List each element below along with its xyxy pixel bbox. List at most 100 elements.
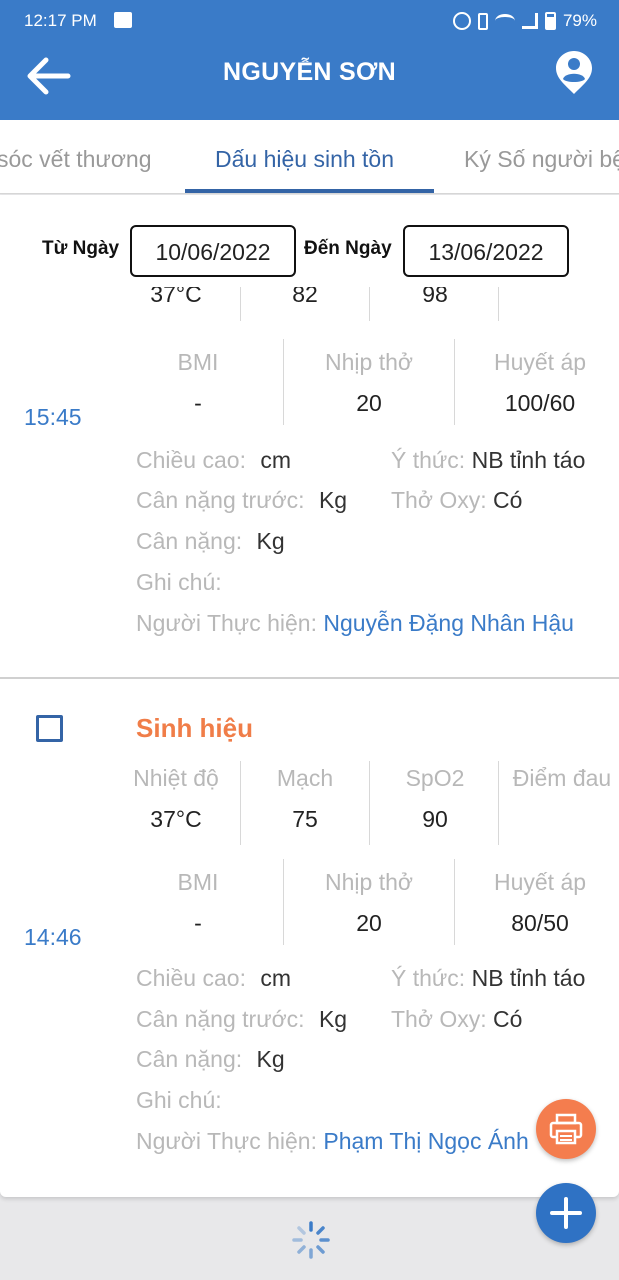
pulse-label: Mạch (276, 765, 334, 791)
oxygen-value: Có (492, 1006, 523, 1032)
wifi-icon (494, 14, 515, 28)
status-time: 12:17 PM (24, 11, 97, 30)
consciousness-row: Ý thức: NB tỉnh táo (391, 447, 585, 474)
pulse-cell: Mạch 75 (260, 765, 350, 833)
battery-level: 79% (562, 11, 597, 30)
date-filter: Từ Ngày 10/06/2022 Đến Ngày 13/06/2022 (0, 195, 619, 287)
blood-pressure-label: Huyết áp (493, 869, 587, 895)
weight-label: Cân nặng: (136, 1046, 243, 1072)
spo2-cell: SpO2 90 (390, 765, 480, 833)
column-divider (283, 339, 284, 425)
print-button[interactable] (536, 1099, 596, 1159)
column-divider (240, 761, 241, 845)
previous-weight-unit: Kg (318, 1006, 348, 1032)
print-icon (549, 1113, 583, 1145)
pain-score-label: Điểm đau (512, 765, 612, 791)
from-date-label: Từ Ngày (42, 238, 120, 259)
consciousness-value: NB tỉnh táo (471, 965, 586, 991)
previous-weight-row: Cân nặng trước: Kg (136, 487, 347, 514)
record-checkbox[interactable] (36, 715, 63, 742)
performer-label: Người Thực hiện: (136, 1128, 317, 1154)
image-notification-icon (114, 12, 132, 28)
pain-score-cell: Điểm đau (506, 765, 618, 792)
column-divider (369, 761, 370, 845)
previous-weight-unit: Kg (318, 487, 348, 513)
height-label: Chiều cao: (136, 447, 246, 473)
oxygen-row: Thở Oxy: Có (391, 1006, 522, 1033)
consciousness-row: Ý thức: NB tỉnh táo (391, 965, 585, 992)
tab-active-indicator (185, 189, 434, 193)
record-time: 14:46 (24, 924, 82, 950)
to-date-field[interactable]: 13/06/2022 (403, 225, 569, 277)
performer-name: Phạm Thị Ngọc Ánh (323, 1128, 529, 1154)
patient-name-title: NGUYỄN SƠN (223, 58, 396, 86)
temperature-label: Nhiệt độ (133, 765, 219, 791)
tab-vital-signs[interactable]: Dấu hiệu sinh tồn (215, 146, 394, 173)
note-label: Ghi chú: (136, 1087, 222, 1113)
bmi-label: BMI (177, 869, 219, 895)
record-title: Sinh hiệu (136, 713, 253, 743)
blood-pressure-label: Huyết áp (493, 349, 587, 375)
app-bar: NGUYỄN SƠN (0, 42, 619, 120)
from-date-field[interactable]: 10/06/2022 (130, 225, 296, 277)
status-bar: 12:17 PM 79% (0, 0, 619, 42)
column-divider (283, 859, 284, 945)
battery-icon (544, 12, 556, 30)
performer-label: Người Thực hiện: (136, 610, 317, 636)
respiratory-rate-cell: Nhịp thở 20 (300, 349, 438, 417)
previous-weight-label: Cân nặng trước: (136, 487, 305, 513)
column-divider (498, 761, 499, 845)
respiratory-rate-label: Nhịp thở (325, 869, 413, 895)
blood-pressure-value: 100/60 (504, 390, 576, 416)
oxygen-value: Có (492, 487, 523, 513)
height-unit: cm (260, 965, 292, 991)
record-time: 15:45 (24, 404, 82, 430)
plus-icon (550, 1197, 582, 1229)
tab-bar: sóc vết thương Dấu hiệu sinh tồn Ký Số n… (0, 120, 619, 194)
height-label: Chiều cao: (136, 965, 246, 991)
to-date-label: Đến Ngày (304, 238, 392, 259)
height-row: Chiều cao: cm (136, 447, 291, 474)
pulse-value: 75 (292, 806, 318, 832)
column-divider (454, 339, 455, 425)
temperature-value: 37°C (150, 806, 202, 832)
system-icons: 79% (452, 11, 597, 31)
oxygen-row: Thở Oxy: Có (391, 487, 522, 514)
column-divider (498, 285, 499, 321)
vital-record[interactable]: Sinh hiệu Nhiệt độ 37°C Mạch 75 SpO2 90 … (0, 677, 619, 1161)
user-button[interactable] (555, 50, 593, 96)
bmi-label: BMI (177, 349, 219, 375)
previous-weight-row: Cân nặng trước: Kg (136, 1006, 347, 1033)
vital-signs-list[interactable]: Từ Ngày 10/06/2022 Đến Ngày 13/06/2022 3… (0, 195, 619, 1197)
oxygen-label: Thở Oxy: (391, 487, 487, 513)
performer-row: Người Thực hiện: Phạm Thị Ngọc Ánh (136, 1128, 529, 1155)
temperature-cell: Nhiệt độ 37°C (128, 765, 224, 833)
bmi-value: - (194, 390, 202, 416)
loading-spinner-icon (292, 1221, 330, 1259)
bmi-cell: BMI - (140, 349, 256, 417)
column-divider (369, 285, 370, 321)
bmi-cell: BMI - (140, 869, 256, 937)
previous-weight-label: Cân nặng trước: (136, 1006, 305, 1032)
bmi-value: - (194, 910, 202, 936)
performer-name: Nguyễn Đặng Nhân Hậu (323, 610, 574, 636)
note-row: Ghi chú: (136, 569, 222, 596)
tab-patient-signature[interactable]: Ký Số người bệnh (464, 146, 619, 173)
spo2-label: SpO2 (405, 765, 465, 791)
weight-row: Cân nặng: Kg (136, 1046, 285, 1073)
column-divider (240, 285, 241, 321)
tab-wound-care[interactable]: sóc vết thương (0, 146, 152, 173)
spo2-value: 90 (422, 806, 448, 832)
blood-pressure-value: 80/50 (511, 910, 569, 936)
user-icon (556, 51, 592, 94)
add-vital-button[interactable] (536, 1183, 596, 1243)
consciousness-label: Ý thức: (391, 965, 466, 991)
performer-row: Người Thực hiện: Nguyễn Đặng Nhân Hậu (136, 610, 574, 637)
consciousness-label: Ý thức: (391, 447, 466, 473)
blood-pressure-cell: Huyết áp 80/50 (470, 869, 610, 937)
column-divider (454, 859, 455, 945)
respiratory-rate-cell: Nhịp thở 20 (300, 869, 438, 937)
height-unit: cm (260, 447, 292, 473)
signal-icon (521, 13, 538, 29)
weight-label: Cân nặng: (136, 528, 243, 554)
